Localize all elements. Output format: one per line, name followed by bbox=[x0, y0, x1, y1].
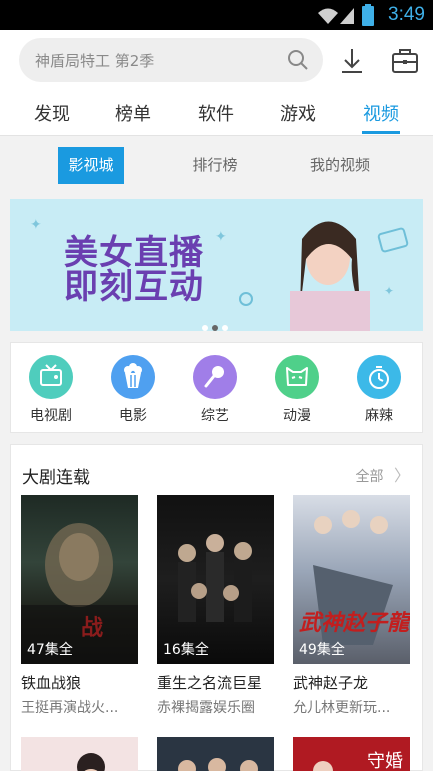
serial-drama-section: 大剧连载 全部 〉 战 47集全 铁血战狼 王挺再演战火... 16集全 重生之… bbox=[10, 444, 423, 771]
drama-subtitle: 允儿林更新玩... bbox=[293, 700, 391, 716]
category-row: 电视剧 电影 综艺 动漫 麻辣 bbox=[10, 342, 423, 433]
carousel-dot-active bbox=[212, 325, 218, 331]
category-anime[interactable]: 动漫 bbox=[267, 355, 327, 425]
view-all-label: 全部 bbox=[355, 469, 384, 485]
status-bar: 3:49 bbox=[0, 0, 433, 30]
subtab-movie-city[interactable]: 影视城 bbox=[58, 147, 124, 184]
category-label: 综艺 bbox=[201, 408, 229, 424]
svg-text:战: 战 bbox=[81, 616, 103, 641]
category-tv-series[interactable]: 电视剧 bbox=[21, 355, 81, 425]
view-all-link[interactable]: 全部 〉 bbox=[356, 462, 410, 486]
cell-signal-icon bbox=[340, 8, 354, 24]
tab-games[interactable]: 游戏 bbox=[268, 100, 328, 126]
drama-card[interactable]: 战 47集全 铁血战狼 王挺再演战火... bbox=[21, 495, 138, 717]
wifi-icon bbox=[318, 8, 338, 24]
tab-video[interactable]: 视频 bbox=[351, 100, 411, 126]
search-icon[interactable] bbox=[287, 49, 309, 71]
toolbox-icon[interactable] bbox=[389, 45, 421, 77]
drama-card-partial[interactable] bbox=[157, 737, 274, 771]
svg-text:守婚: 守婚 bbox=[367, 751, 403, 771]
tv-icon bbox=[29, 355, 73, 399]
carousel-dot bbox=[202, 325, 208, 331]
category-label: 动漫 bbox=[283, 408, 311, 424]
banner-headline-2: 即刻互动 bbox=[64, 267, 204, 307]
promo-banner[interactable]: ✦ ✦ ✦ 美女直播 即刻互动 bbox=[10, 199, 423, 331]
episode-count: 16集全 bbox=[163, 642, 209, 658]
carousel-indicator bbox=[202, 316, 232, 331]
subtab-chart[interactable]: 排行榜 bbox=[180, 147, 250, 184]
chevron-right-icon: 〉 bbox=[393, 466, 410, 485]
video-subtabs: 影视城 排行榜 我的视频 bbox=[0, 137, 433, 192]
svg-text:武神赵子龍: 武神赵子龍 bbox=[299, 610, 410, 636]
timer-icon bbox=[357, 355, 401, 399]
category-label: 电影 bbox=[119, 408, 147, 424]
drama-title: 武神赵子龙 bbox=[293, 674, 369, 692]
search-placeholder: 神盾局特工 第2季 bbox=[35, 52, 155, 70]
search-box[interactable]: 神盾局特工 第2季 bbox=[19, 38, 323, 82]
download-icon[interactable] bbox=[336, 45, 368, 77]
poster-image: 战 47集全 bbox=[21, 495, 138, 664]
category-movies[interactable]: 电影 bbox=[103, 355, 163, 425]
tab-rankings[interactable]: 榜单 bbox=[103, 100, 163, 126]
section-title: 大剧连载 bbox=[22, 468, 90, 488]
carousel-dot bbox=[222, 325, 228, 331]
tab-software[interactable]: 软件 bbox=[186, 100, 246, 126]
category-mala[interactable]: 麻辣 bbox=[349, 355, 409, 425]
poster-image: 武神赵子龍 49集全 bbox=[293, 495, 410, 664]
app-header: 神盾局特工 第2季 发现 榜单 软件 游戏 视频 bbox=[0, 30, 433, 136]
svg-text:✦: ✦ bbox=[30, 217, 42, 233]
drama-title: 重生之名流巨星 bbox=[157, 674, 263, 692]
drama-subtitle: 赤裸揭露娱乐圈 bbox=[157, 700, 255, 716]
category-label: 麻辣 bbox=[365, 408, 393, 424]
svg-text:✦: ✦ bbox=[215, 229, 227, 245]
drama-title: 铁血战狼 bbox=[21, 674, 82, 692]
svg-text:✦: ✦ bbox=[384, 284, 394, 298]
category-variety[interactable]: 综艺 bbox=[185, 355, 245, 425]
drama-card-partial[interactable]: 守婚 bbox=[293, 737, 410, 771]
active-tab-indicator bbox=[362, 131, 400, 134]
drama-card-partial[interactable] bbox=[21, 737, 138, 771]
microphone-icon bbox=[193, 355, 237, 399]
tab-discover[interactable]: 发现 bbox=[22, 100, 82, 126]
mask-icon bbox=[275, 355, 319, 399]
subtab-my-videos[interactable]: 我的视频 bbox=[300, 147, 380, 184]
battery-icon bbox=[362, 4, 374, 26]
poster-image: 16集全 bbox=[157, 495, 274, 664]
episode-count: 47集全 bbox=[27, 642, 73, 658]
clock: 3:49 bbox=[388, 4, 425, 25]
main-tabs: 发现 榜单 软件 游戏 视频 bbox=[0, 100, 433, 136]
episode-count: 49集全 bbox=[299, 642, 345, 658]
category-label: 电视剧 bbox=[30, 408, 72, 424]
drama-card[interactable]: 武神赵子龍 49集全 武神赵子龙 允儿林更新玩... bbox=[293, 495, 410, 717]
drama-subtitle: 王挺再演战火... bbox=[21, 700, 119, 716]
drama-card[interactable]: 16集全 重生之名流巨星 赤裸揭露娱乐圈 bbox=[157, 495, 274, 717]
popcorn-icon bbox=[111, 355, 155, 399]
